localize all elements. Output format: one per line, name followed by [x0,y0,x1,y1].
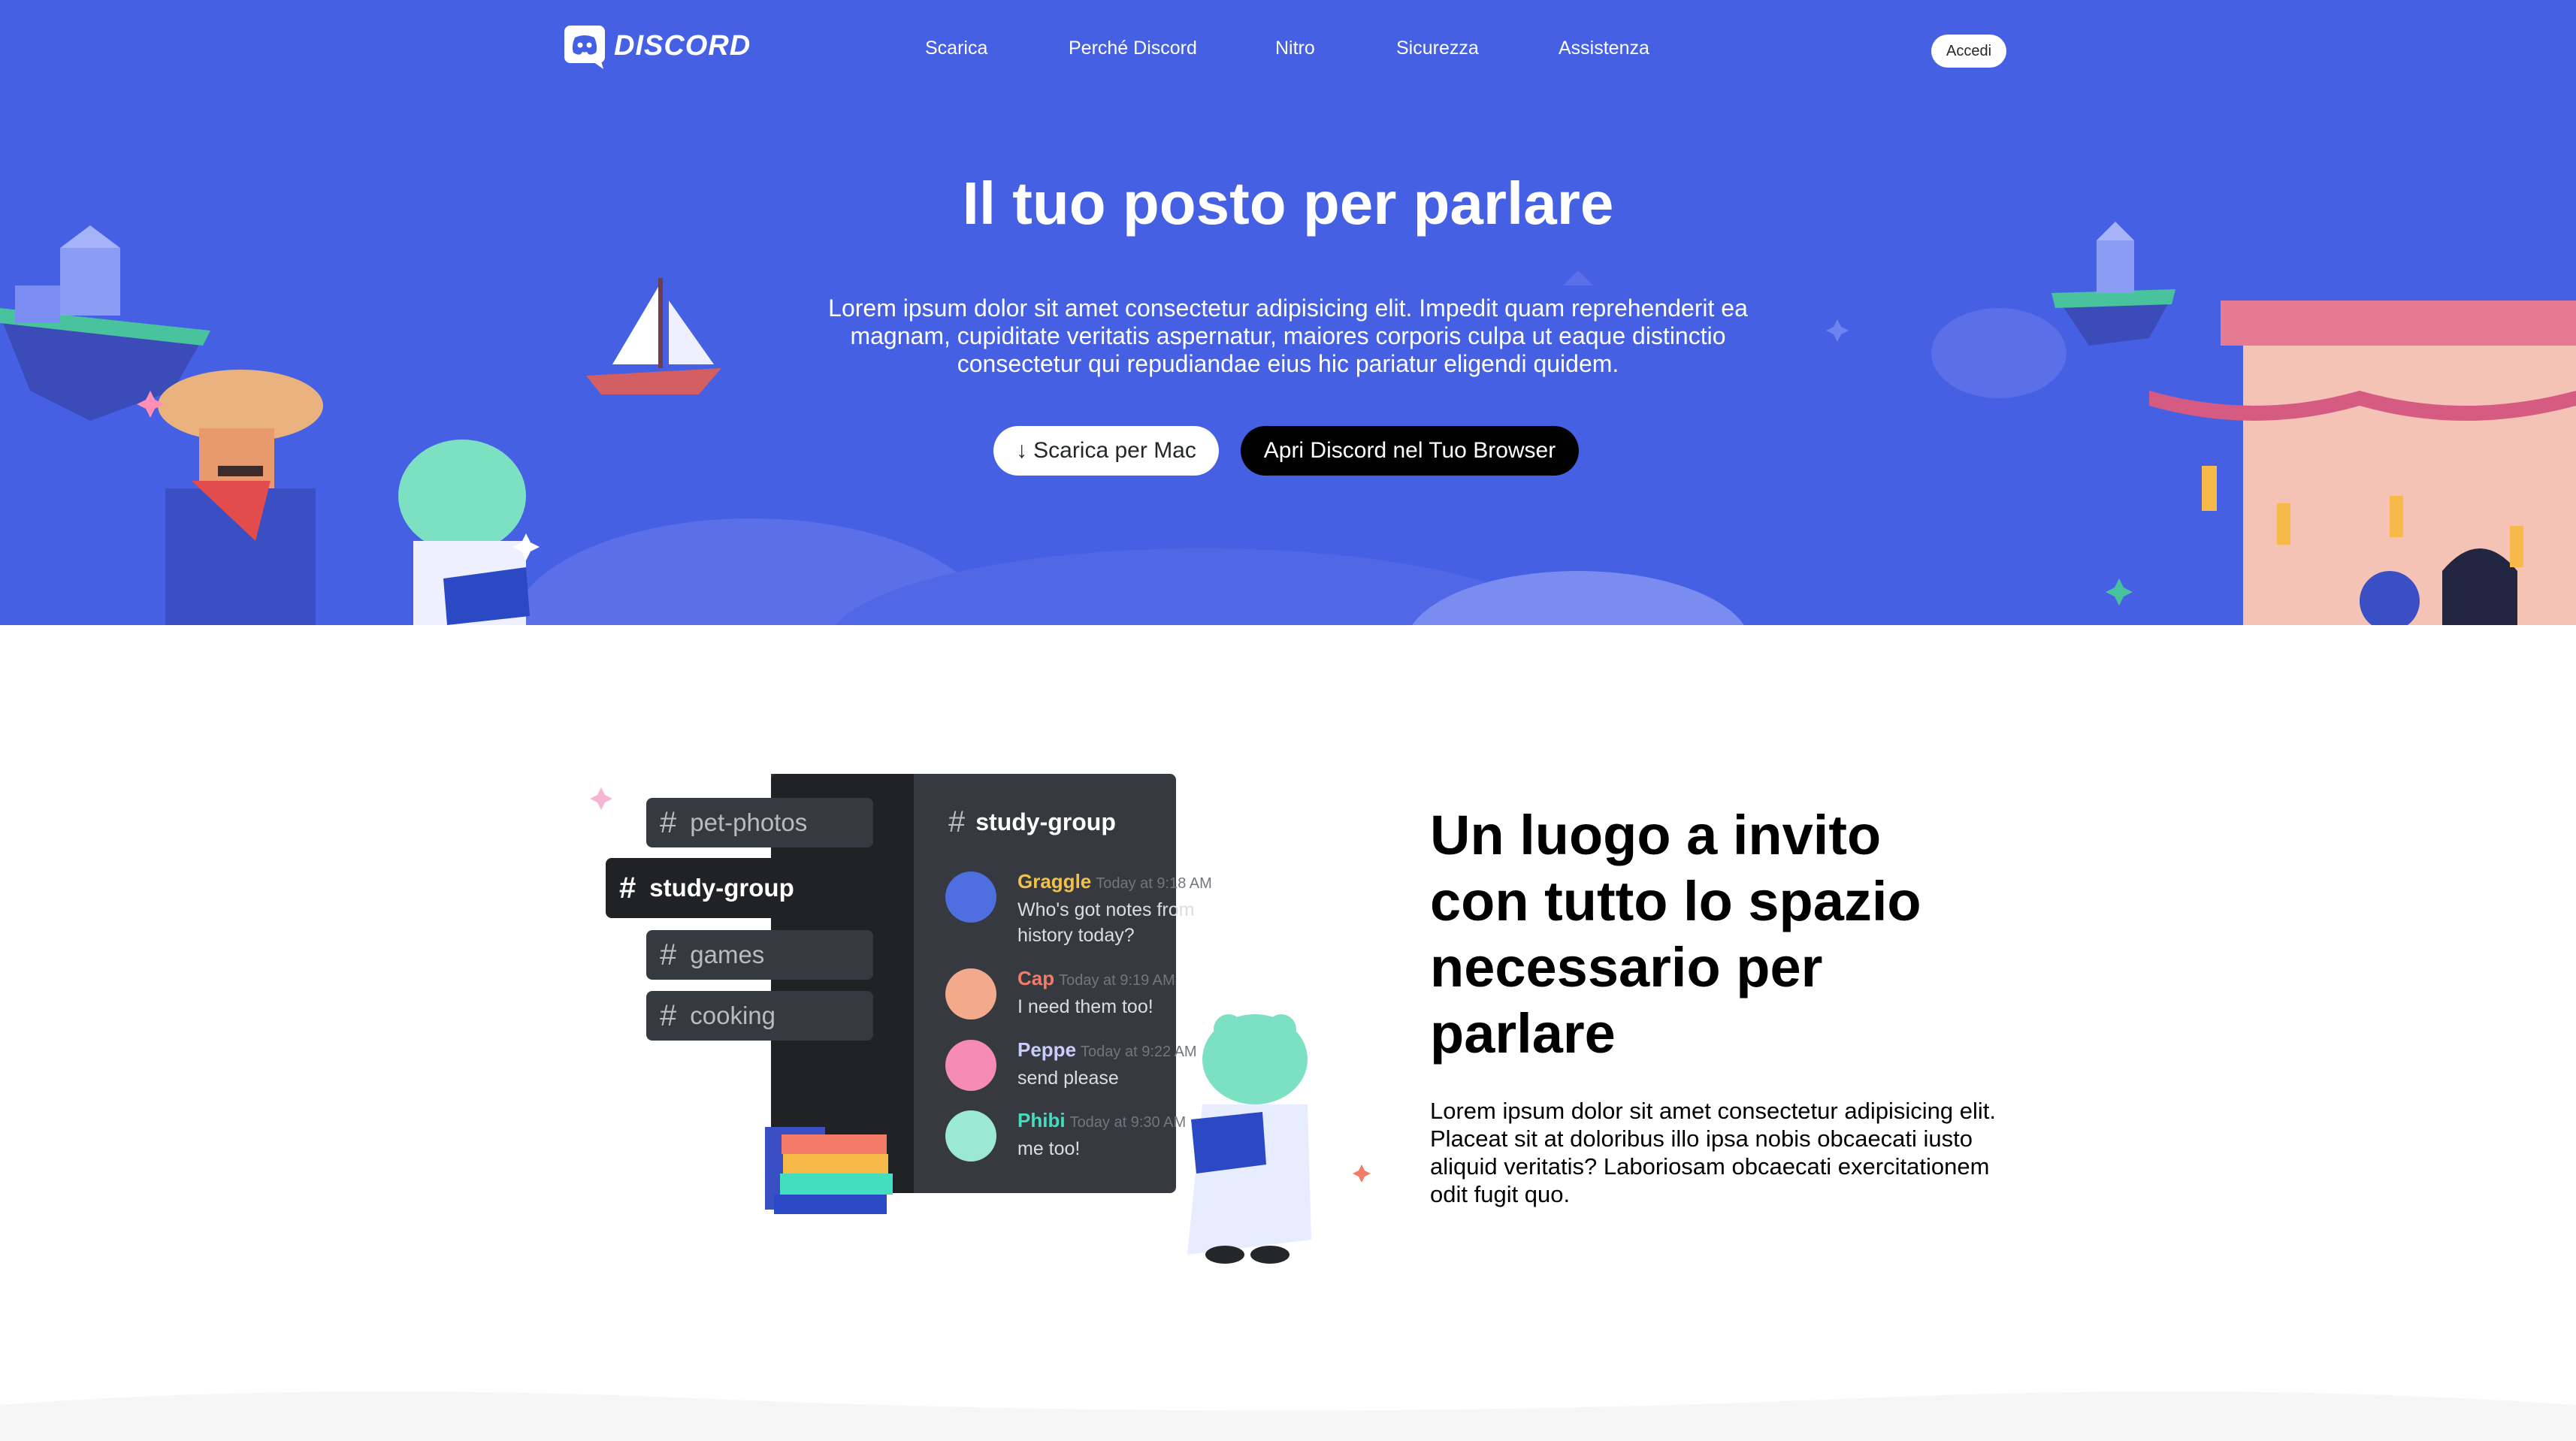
character-adventurer [158,370,323,625]
section-divider-wave [0,1391,2576,1441]
sparkle-icon [1353,1165,1371,1183]
sparkle-icon [590,787,612,810]
discord-logo-icon [564,26,605,69]
books-illustration [765,1127,893,1214]
download-mac-label: Scarica per Mac [1033,438,1196,463]
login-button[interactable]: Accedi [1931,35,2006,68]
nav-link-sicurezza[interactable]: Sicurezza [1396,38,1479,59]
feature-description: Lorem ipsum dolor sit amet consectetur a… [1430,1098,1996,1207]
sparkle-icon [1179,1078,1197,1096]
nav-link-assistenza[interactable]: Assistenza [1559,38,1649,59]
cloud [1931,308,2067,398]
discord-logo[interactable]: DISCORD [564,26,750,71]
nav-link-scarica[interactable]: Scarica [925,38,987,59]
open-in-browser-button[interactable]: Apri Discord nel Tuo Browser [1241,426,1579,476]
nav-link-nitro[interactable]: Nitro [1275,38,1315,59]
feature-title: Un luogo a invito con tutto lo spazio ne… [1430,804,1921,1065]
download-mac-button[interactable]: ↓ Scarica per Mac [993,426,1219,476]
chat-decorations [590,787,1371,1264]
top-navigation: DISCORD Scarica Perché Discord Nitro Sic… [0,0,2576,101]
hero-title: Il tuo posto per parlare [962,170,1614,237]
building-illustration [2149,301,2576,625]
download-arrow-icon: ↓ [1016,438,1028,463]
frog-illustration [1187,1014,1311,1264]
chat-illustration: # pet-photos # study-group # games # coo… [586,774,1383,1285]
nav-link-perche-discord[interactable]: Perché Discord [1069,38,1197,59]
sparkle-icon [1826,319,1849,342]
logo-wordmark: DISCORD [614,30,751,62]
sparkle-icon [1563,270,1593,285]
floating-island-right [2051,222,2175,346]
character-frog-reading [398,440,530,625]
ship-illustration [586,278,721,394]
hero-description: Lorem ipsum dolor sit amet consectetur a… [828,295,1748,377]
sparkle-icon [2106,579,2133,606]
hero-section: DISCORD Scarica Perché Discord Nitro Sic… [0,0,2576,625]
